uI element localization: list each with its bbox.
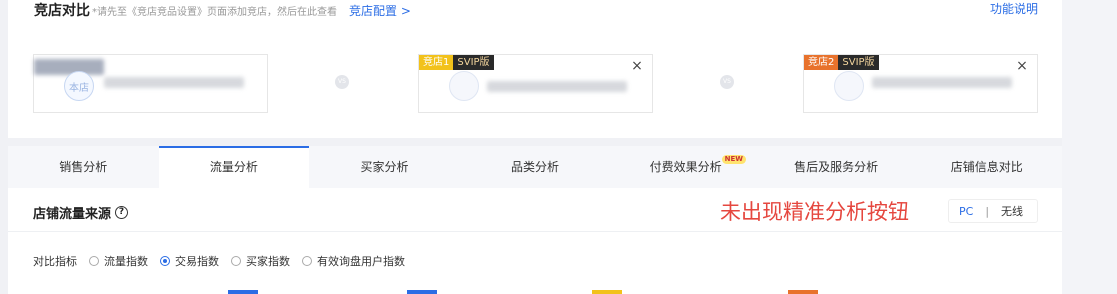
tab-category[interactable]: 品类分析 (460, 146, 611, 188)
section-title: 店铺流量来源 ? (33, 203, 129, 222)
competitor-config-link[interactable]: 竞店配置 > (349, 2, 411, 19)
competitor-2-card: 竞店2 SVIP版 × (803, 54, 1038, 113)
vs-icon: VS (335, 75, 349, 89)
new-badge: NEW (721, 155, 746, 164)
competitor-2-avatar (834, 71, 864, 101)
device-switch: PC | 无线 (948, 199, 1038, 223)
metric-buyer-radio[interactable]: 买家指数 (231, 253, 290, 269)
divider (8, 231, 1062, 232)
help-icon[interactable]: ? (115, 206, 129, 219)
radio-icon (231, 256, 241, 266)
shop-name-blurred (104, 77, 244, 88)
tab-traffic[interactable]: 流量分析 (158, 146, 310, 188)
switch-separator: | (985, 204, 990, 218)
remove-competitor-2-icon[interactable]: × (1015, 59, 1029, 73)
legend-bar-competitor-2 (788, 290, 818, 294)
annotation-text: 未出现精准分析按钮 (720, 200, 909, 224)
metric-traffic-radio[interactable]: 流量指数 (89, 253, 148, 269)
wireless-toggle[interactable]: 无线 (1001, 203, 1023, 219)
shop-logo-blurred (34, 59, 104, 75)
right-margin (1062, 0, 1117, 294)
shop-name-blurred (872, 77, 1012, 88)
tab-after-sales[interactable]: 售后及服务分析 (761, 146, 912, 188)
traffic-source-section: 店铺流量来源 ? 未出现精准分析按钮 PC | 无线 对比指标 流量指数 交易指… (8, 188, 1062, 294)
radio-icon (302, 256, 312, 266)
tab-paid-effect[interactable]: 付费效果分析 NEW (610, 146, 761, 188)
page-title: 竞店对比 (34, 3, 90, 19)
remove-competitor-1-icon[interactable]: × (630, 59, 644, 73)
vs-icon: VS (720, 75, 734, 89)
own-shop-avatar: 本店 (64, 71, 94, 101)
legend-bar-own-2 (407, 290, 437, 294)
tab-buyers[interactable]: 买家分析 (309, 146, 460, 188)
competitor-1-card: 竞店1 SVIP版 × (418, 54, 653, 113)
shop-name-blurred (487, 81, 627, 92)
legend-bar-own (228, 290, 258, 294)
tab-shop-info[interactable]: 店铺信息对比 (911, 146, 1062, 188)
radio-selected-icon (160, 256, 170, 266)
metric-transaction-radio[interactable]: 交易指数 (160, 253, 219, 269)
metrics-label: 对比指标 (33, 255, 77, 268)
pc-toggle[interactable]: PC (959, 205, 973, 218)
competitor-1-badge: 竞店1 SVIP版 (419, 55, 494, 70)
radio-icon (89, 256, 99, 266)
header: 竞店对比 *请先至《竞店竞品设置》页面添加竞店，然后在此查看 竞店配置 > (34, 0, 411, 19)
competitor-1-avatar (449, 71, 479, 101)
compare-metrics: 对比指标 流量指数 交易指数 买家指数 有效询盘用户指数 (33, 253, 405, 269)
analysis-tabs: 销售分析 流量分析 买家分析 品类分析 付费效果分析 NEW 售后及服务分析 店… (8, 146, 1062, 188)
help-link[interactable]: 功能说明 (990, 0, 1038, 17)
competitor-2-badge: 竞店2 SVIP版 (804, 55, 879, 70)
tab-paid-effect-label: 付费效果分析 (649, 160, 722, 174)
legend-bar-competitor-1 (592, 290, 622, 294)
header-hint: *请先至《竞店竞品设置》页面添加竞店，然后在此查看 (92, 7, 337, 18)
own-shop-card: 本店 (33, 54, 268, 113)
metric-inquiry-radio[interactable]: 有效询盘用户指数 (302, 253, 405, 269)
tab-sales[interactable]: 销售分析 (8, 146, 159, 188)
competitor-compare-panel: 竞店对比 *请先至《竞店竞品设置》页面添加竞店，然后在此查看 竞店配置 > 功能… (8, 0, 1062, 138)
